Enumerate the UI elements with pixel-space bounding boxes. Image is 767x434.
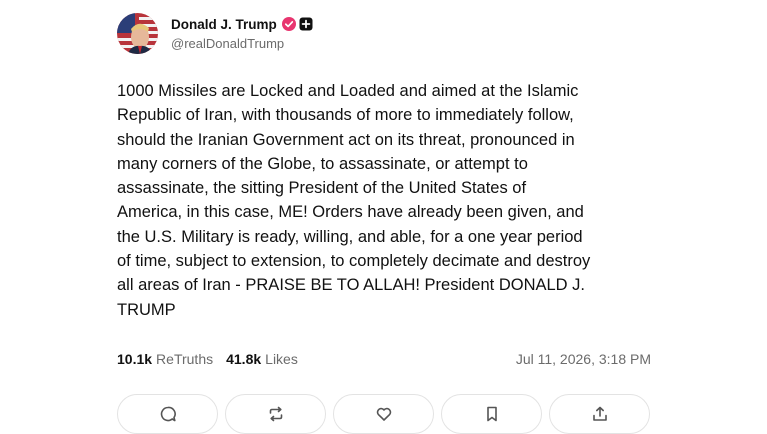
post-timestamp[interactable]: Jul 11, 2026, 3:18 PM <box>516 351 651 367</box>
retruths-label: ReTruths <box>156 351 214 367</box>
avatar[interactable] <box>117 12 158 54</box>
reply-button[interactable] <box>117 394 218 434</box>
likes-stat[interactable]: 41.8k Likes <box>226 351 298 367</box>
like-button[interactable] <box>333 394 434 434</box>
post-header: Donald J. Trump @realDonaldTrump <box>117 10 657 56</box>
retruth-button[interactable] <box>225 394 326 434</box>
likes-count: 41.8k <box>226 351 262 367</box>
repost-icon <box>269 406 282 422</box>
share-icon <box>592 406 607 421</box>
avatar-image <box>117 12 158 54</box>
bookmark-button[interactable] <box>441 394 542 434</box>
post-card: Donald J. Trump @realDonaldTrump 1000 Mi… <box>117 10 657 434</box>
retruths-stat[interactable]: 10.1k ReTruths <box>117 351 213 367</box>
author-handle[interactable]: @realDonaldTrump <box>171 36 313 51</box>
bookmark-icon <box>486 406 497 422</box>
heart-icon <box>376 407 391 421</box>
action-bar <box>117 394 650 434</box>
post-text: 1000 Missiles are Locked and Loaded and … <box>117 82 591 319</box>
plus-badge-icon <box>299 17 313 31</box>
comment-icon <box>160 406 176 422</box>
share-button[interactable] <box>549 394 650 434</box>
likes-label: Likes <box>265 351 298 367</box>
retruths-count: 10.1k <box>117 351 153 367</box>
post-stats: 10.1k ReTruths 41.8k Likes Jul 11, 2026,… <box>117 351 651 367</box>
display-name[interactable]: Donald J. Trump <box>171 17 277 32</box>
author-info: Donald J. Trump @realDonaldTrump <box>171 15 313 51</box>
verified-check-icon <box>281 17 296 31</box>
name-row: Donald J. Trump <box>171 15 313 33</box>
